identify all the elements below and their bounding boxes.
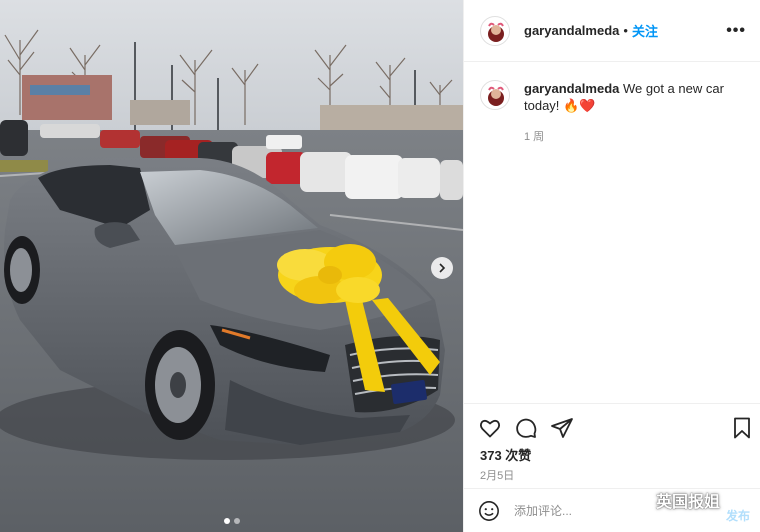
- caption-text-block: garyandalmeda We got a new car today! 🔥❤…: [524, 80, 744, 114]
- follow-button[interactable]: 关注: [632, 21, 658, 40]
- post-actions: [464, 403, 760, 449]
- like-count[interactable]: 373 次赞: [480, 445, 531, 464]
- post-header: garyandalmeda • 关注 •••: [464, 0, 760, 62]
- wechat-icon: [622, 491, 649, 509]
- post-comment-button[interactable]: 发布: [726, 507, 750, 524]
- carousel-dot: [233, 518, 240, 524]
- post-photo[interactable]: [0, 0, 463, 532]
- caption-avatar[interactable]: [480, 80, 510, 110]
- post-side-panel: garyandalmeda • 关注 ••• garyandalmeda We …: [463, 0, 760, 532]
- avatar-illustration: [482, 17, 509, 45]
- caption: garyandalmeda We got a new car today! 🔥❤…: [480, 80, 746, 143]
- carousel-next-button[interactable]: [431, 257, 453, 279]
- paper-plane-icon[interactable]: [550, 416, 574, 440]
- watermark-text: 英国报姐: [656, 494, 721, 511]
- comment-icon[interactable]: [514, 416, 538, 440]
- comment-input[interactable]: 添加评论...: [514, 502, 572, 519]
- watermark: 英国报姐: [622, 488, 720, 512]
- header-separator: •: [623, 23, 628, 38]
- avatar-illustration: [482, 82, 509, 109]
- more-options-button[interactable]: •••: [726, 22, 746, 40]
- caption-time[interactable]: 1 周: [524, 128, 544, 144]
- bookmark-icon[interactable]: [730, 416, 754, 440]
- car-photo-illustration: [0, 0, 463, 532]
- header-username[interactable]: garyandalmeda: [524, 23, 619, 38]
- avatar[interactable]: [480, 15, 510, 46]
- carousel-dot-active: [223, 518, 230, 524]
- caption-username[interactable]: garyandalmeda: [524, 81, 619, 96]
- heart-icon[interactable]: [478, 416, 502, 440]
- carousel-dots: [0, 518, 463, 524]
- post-date: 2月5日: [480, 470, 515, 482]
- smiley-icon[interactable]: [478, 500, 500, 522]
- chevron-right-icon: [439, 263, 446, 273]
